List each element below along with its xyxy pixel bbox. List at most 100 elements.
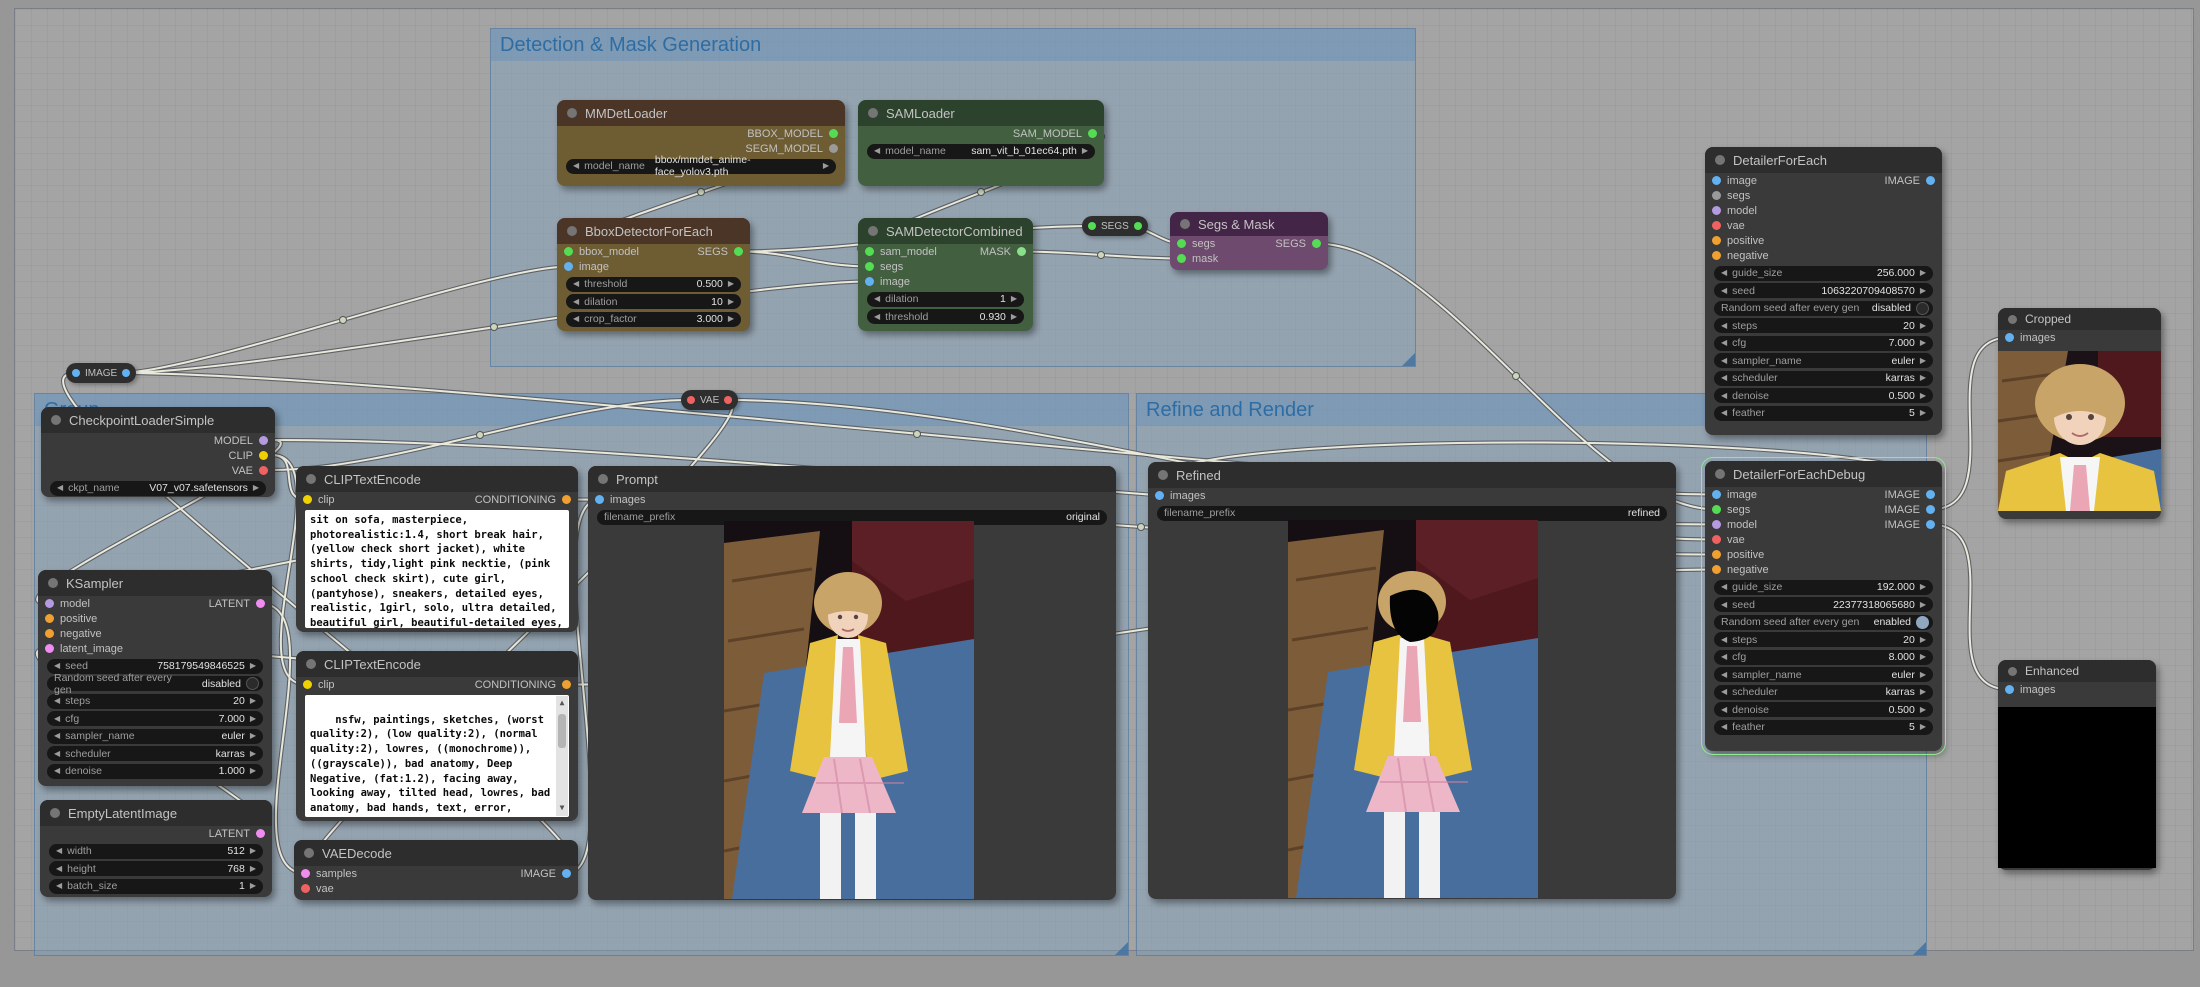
reroute-segs[interactable]: SEGS xyxy=(1082,216,1148,236)
decrement-arrow-icon[interactable]: ◀ xyxy=(874,313,880,321)
reroute-vae[interactable]: VAE xyxy=(681,390,738,410)
port-dot-icon[interactable] xyxy=(1088,222,1096,230)
port-dot-icon[interactable] xyxy=(259,466,268,475)
widget-feather[interactable]: ◀ feather 5 ▶ xyxy=(1714,406,1933,421)
decrement-arrow-icon[interactable]: ◀ xyxy=(1721,357,1727,365)
port-dot-icon[interactable] xyxy=(1017,247,1026,256)
increment-arrow-icon[interactable]: ▶ xyxy=(1920,392,1926,400)
node-header[interactable]: BboxDetectorForEach xyxy=(557,218,750,244)
port-dot-icon[interactable] xyxy=(1712,191,1721,200)
decrement-arrow-icon[interactable]: ◀ xyxy=(1721,653,1727,661)
port-dot-icon[interactable] xyxy=(72,369,80,377)
collapse-dot-icon[interactable] xyxy=(2008,667,2017,676)
increment-arrow-icon[interactable]: ▶ xyxy=(1082,147,1088,155)
increment-arrow-icon[interactable]: ▶ xyxy=(250,715,256,723)
output-port-image-1[interactable]: IMAGE xyxy=(1878,487,1942,502)
decrement-arrow-icon[interactable]: ◀ xyxy=(54,732,60,740)
input-port-positive[interactable]: positive xyxy=(1705,233,1942,248)
input-port-latent-image[interactable]: latent_image xyxy=(38,641,272,656)
collapse-dot-icon[interactable] xyxy=(306,659,316,669)
collapse-dot-icon[interactable] xyxy=(1715,155,1725,165)
widget-random-seed-toggle[interactable]: Random seed after every gen enabled xyxy=(1714,615,1933,630)
port-dot-icon[interactable] xyxy=(45,629,54,638)
port-dot-icon[interactable] xyxy=(301,884,310,893)
increment-arrow-icon[interactable]: ▶ xyxy=(1920,653,1926,661)
collapse-dot-icon[interactable] xyxy=(868,108,878,118)
increment-arrow-icon[interactable]: ▶ xyxy=(1920,671,1926,679)
port-dot-icon[interactable] xyxy=(1926,520,1935,529)
node-header[interactable]: Refined xyxy=(1148,462,1676,488)
collapse-dot-icon[interactable] xyxy=(868,226,878,236)
decrement-arrow-icon[interactable]: ◀ xyxy=(573,298,579,306)
increment-arrow-icon[interactable]: ▶ xyxy=(1920,583,1926,591)
output-port-clip[interactable]: CLIP xyxy=(41,448,275,463)
node-bbox-detector[interactable]: BboxDetectorForEach bbox_model image SEG… xyxy=(557,218,750,331)
increment-arrow-icon[interactable]: ▶ xyxy=(1920,374,1926,382)
increment-arrow-icon[interactable]: ▶ xyxy=(1920,322,1926,330)
widget-random-seed-toggle[interactable]: Random seed after every gen disabled xyxy=(47,676,263,691)
decrement-arrow-icon[interactable]: ◀ xyxy=(874,147,880,155)
port-dot-icon[interactable] xyxy=(1712,251,1721,260)
increment-arrow-icon[interactable]: ▶ xyxy=(1920,287,1926,295)
port-dot-icon[interactable] xyxy=(562,869,571,878)
input-port-vae[interactable]: vae xyxy=(294,881,578,896)
decrement-arrow-icon[interactable]: ◀ xyxy=(874,295,880,303)
node-sam-detector[interactable]: SAMDetectorCombined sam_model segs image… xyxy=(858,218,1033,331)
node-clip-text-encode-negative[interactable]: CLIPTextEncode clip CONDITIONING nsfw, p… xyxy=(296,651,578,821)
collapse-dot-icon[interactable] xyxy=(1158,470,1168,480)
node-header[interactable]: DetailerForEachDebug xyxy=(1705,461,1942,487)
widget-scheduler[interactable]: ◀ scheduler karras ▶ xyxy=(1714,685,1933,700)
port-dot-icon[interactable] xyxy=(1712,236,1721,245)
port-dot-icon[interactable] xyxy=(564,262,573,271)
port-dot-icon[interactable] xyxy=(724,396,732,404)
port-dot-icon[interactable] xyxy=(865,247,874,256)
output-port-sam-model[interactable]: SAM_MODEL xyxy=(858,126,1104,141)
decrement-arrow-icon[interactable]: ◀ xyxy=(54,697,60,705)
port-dot-icon[interactable] xyxy=(564,247,573,256)
decrement-arrow-icon[interactable]: ◀ xyxy=(1721,636,1727,644)
toggle-knob[interactable] xyxy=(246,677,259,690)
node-enhanced-preview[interactable]: Enhanced images xyxy=(1998,660,2156,870)
widget-model-name[interactable]: ◀ model_name bbox/mmdet_anime-face_yolov… xyxy=(566,159,836,174)
increment-arrow-icon[interactable]: ▶ xyxy=(823,162,829,170)
widget-dilation[interactable]: ◀ dilation 10 ▶ xyxy=(566,294,741,309)
node-vae-decode[interactable]: VAEDecode samples vae IMAGE xyxy=(294,840,578,900)
input-port-images[interactable]: images xyxy=(1998,682,2156,697)
output-port-conditioning[interactable]: CONDITIONING xyxy=(468,677,578,692)
node-header[interactable]: MMDetLoader xyxy=(557,100,845,126)
port-dot-icon[interactable] xyxy=(259,451,268,460)
prompt-text-area[interactable]: sit on sofa, masterpiece, photorealistic… xyxy=(305,510,569,628)
node-prompt-preview[interactable]: Prompt images filename_prefix original xyxy=(588,466,1116,900)
collapse-dot-icon[interactable] xyxy=(1715,469,1725,479)
widget-sampler-name[interactable]: ◀ sampler_name euler ▶ xyxy=(1714,667,1933,682)
decrement-arrow-icon[interactable]: ◀ xyxy=(54,662,60,670)
input-port-image[interactable]: image xyxy=(858,274,1033,289)
decrement-arrow-icon[interactable]: ◀ xyxy=(1721,322,1727,330)
widget-ckpt-name[interactable]: ◀ ckpt_name V07_v07.safetensors ▶ xyxy=(50,481,266,496)
widget-filename-prefix[interactable]: filename_prefix refined xyxy=(1157,506,1667,521)
output-port-vae[interactable]: VAE xyxy=(41,463,275,478)
decrement-arrow-icon[interactable]: ◀ xyxy=(1721,583,1727,591)
widget-denoise[interactable]: ◀ denoise 0.500 ▶ xyxy=(1714,388,1933,403)
group-resize-handle-icon[interactable] xyxy=(1115,942,1128,955)
decrement-arrow-icon[interactable]: ◀ xyxy=(57,484,63,492)
port-dot-icon[interactable] xyxy=(1926,490,1935,499)
output-port-bbox-model[interactable]: BBOX_MODEL xyxy=(557,126,845,141)
output-port-latent[interactable]: LATENT xyxy=(40,826,272,841)
port-dot-icon[interactable] xyxy=(865,277,874,286)
prompt-text-area[interactable]: nsfw, paintings, sketches, (worst qualit… xyxy=(305,695,569,817)
increment-arrow-icon[interactable]: ▶ xyxy=(250,767,256,775)
output-port-image-2[interactable]: IMAGE xyxy=(1878,502,1942,517)
widget-scheduler[interactable]: ◀ scheduler karras ▶ xyxy=(1714,371,1933,386)
input-port-negative[interactable]: negative xyxy=(1705,562,1942,577)
node-header[interactable]: Cropped xyxy=(1998,308,2161,330)
increment-arrow-icon[interactable]: ▶ xyxy=(250,662,256,670)
decrement-arrow-icon[interactable]: ◀ xyxy=(56,865,62,873)
scrollbar[interactable]: ▲ ▼ xyxy=(556,696,568,816)
widget-height[interactable]: ◀ height 768 ▶ xyxy=(49,861,263,876)
widget-denoise[interactable]: ◀ denoise 0.500 ▶ xyxy=(1714,702,1933,717)
decrement-arrow-icon[interactable]: ◀ xyxy=(1721,287,1727,295)
output-port-image-3[interactable]: IMAGE xyxy=(1878,517,1942,532)
increment-arrow-icon[interactable]: ▶ xyxy=(1920,636,1926,644)
widget-batch-size[interactable]: ◀ batch_size 1 ▶ xyxy=(49,879,263,894)
